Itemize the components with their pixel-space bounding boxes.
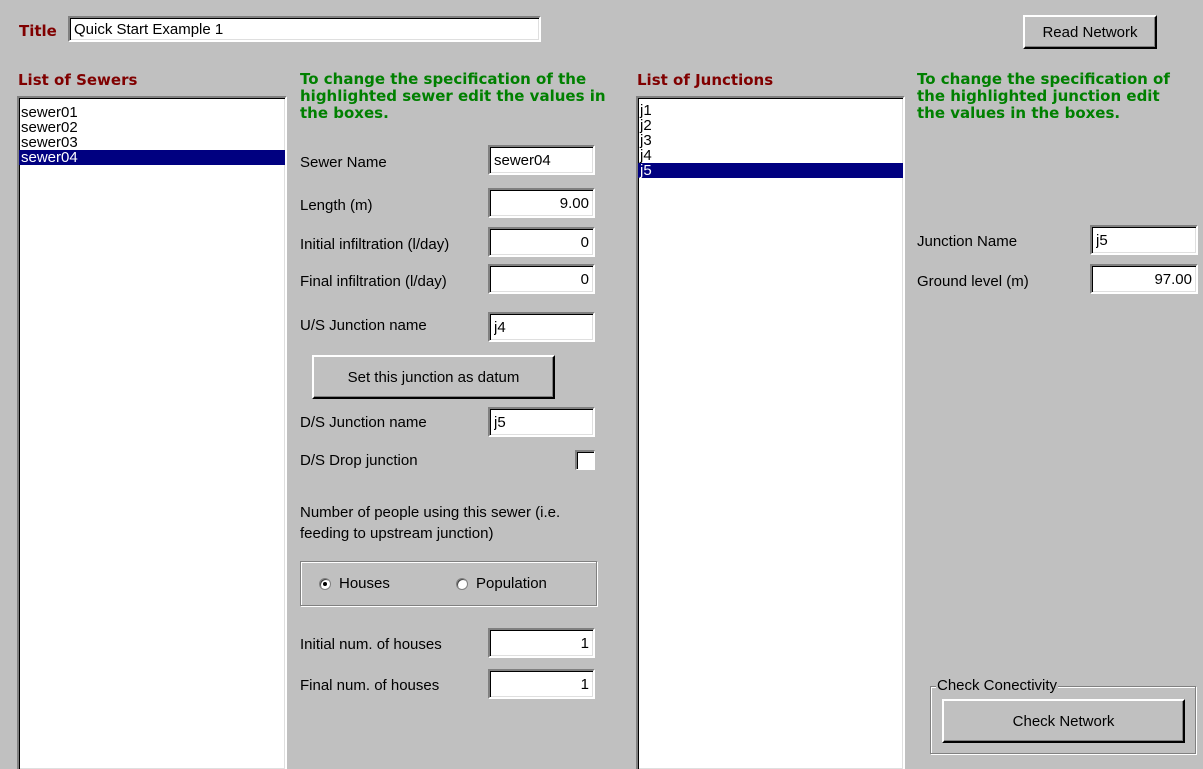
set-datum-button[interactable]: Set this junction as datum — [312, 355, 555, 399]
population-radio-option[interactable]: Population — [456, 575, 547, 592]
sewer-list-item-selected[interactable]: sewer04 — [19, 150, 285, 165]
final-infiltration-input[interactable] — [488, 264, 595, 294]
ds-junction-input[interactable] — [488, 407, 595, 437]
check-network-button[interactable]: Check Network — [942, 699, 1185, 743]
people-description: Number of people using this sewer (i.e. … — [300, 504, 561, 542]
sewer-list-item[interactable]: sewer03 — [19, 135, 285, 150]
junction-name-label: Junction Name — [917, 233, 1018, 250]
final-infiltration-label: Final infiltration (l/day) — [300, 273, 447, 290]
junction-list-item[interactable]: j3 — [638, 133, 903, 148]
houses-radio-option[interactable]: Houses — [319, 575, 390, 592]
sewer-name-input[interactable] — [488, 145, 595, 175]
length-input[interactable] — [488, 188, 595, 218]
junction-list-item[interactable]: j4 — [638, 148, 903, 163]
houses-radio-button[interactable] — [319, 577, 331, 590]
sewers-list[interactable]: sewer01 sewer02 sewer03 sewer04 — [17, 96, 287, 769]
sewer-list-item[interactable]: sewer01 — [19, 105, 285, 120]
ds-junction-label: D/S Junction name — [300, 414, 427, 431]
junctions-list-heading: List of Junctions — [637, 71, 774, 89]
houses-radio-label: Houses — [339, 575, 390, 592]
us-junction-input[interactable] — [488, 312, 595, 342]
initial-infiltration-input[interactable] — [488, 227, 595, 257]
sewer-list-item[interactable]: sewer02 — [19, 120, 285, 135]
population-type-group: Houses Population — [300, 561, 597, 606]
final-houses-input[interactable] — [488, 669, 595, 699]
population-radio-label: Population — [476, 575, 547, 592]
ground-level-label: Ground level (m) — [917, 273, 1029, 290]
final-houses-label: Final num. of houses — [300, 677, 440, 694]
junction-instructions: To change the specification of the highl… — [917, 70, 1170, 122]
junction-list-item[interactable]: j2 — [638, 118, 903, 133]
initial-infiltration-label: Initial infiltration (l/day) — [300, 236, 450, 253]
sewer-name-label: Sewer Name — [300, 154, 387, 171]
us-junction-label: U/S Junction name — [300, 317, 427, 334]
sewer-instructions: To change the specification of the highl… — [300, 70, 606, 122]
read-network-button[interactable]: Read Network — [1023, 15, 1157, 49]
initial-houses-input[interactable] — [488, 628, 595, 658]
check-connectivity-legend: Check Conectivity — [936, 677, 1059, 694]
junctions-list[interactable]: j1 j2 j3 j4 j5 — [636, 96, 905, 769]
ds-drop-junction-label: D/S Drop junction — [300, 452, 418, 469]
sewers-list-heading: List of Sewers — [18, 71, 138, 89]
length-label: Length (m) — [300, 197, 373, 214]
title-label: Title — [19, 22, 57, 40]
junction-list-item[interactable]: j1 — [638, 103, 903, 118]
population-radio-button[interactable] — [456, 577, 468, 590]
junction-list-item-selected[interactable]: j5 — [638, 163, 903, 178]
ground-level-input[interactable] — [1090, 264, 1198, 294]
ds-drop-junction-checkbox[interactable] — [575, 450, 595, 470]
initial-houses-label: Initial num. of houses — [300, 636, 442, 653]
junction-name-input[interactable] — [1090, 225, 1198, 255]
title-input[interactable] — [68, 16, 541, 42]
